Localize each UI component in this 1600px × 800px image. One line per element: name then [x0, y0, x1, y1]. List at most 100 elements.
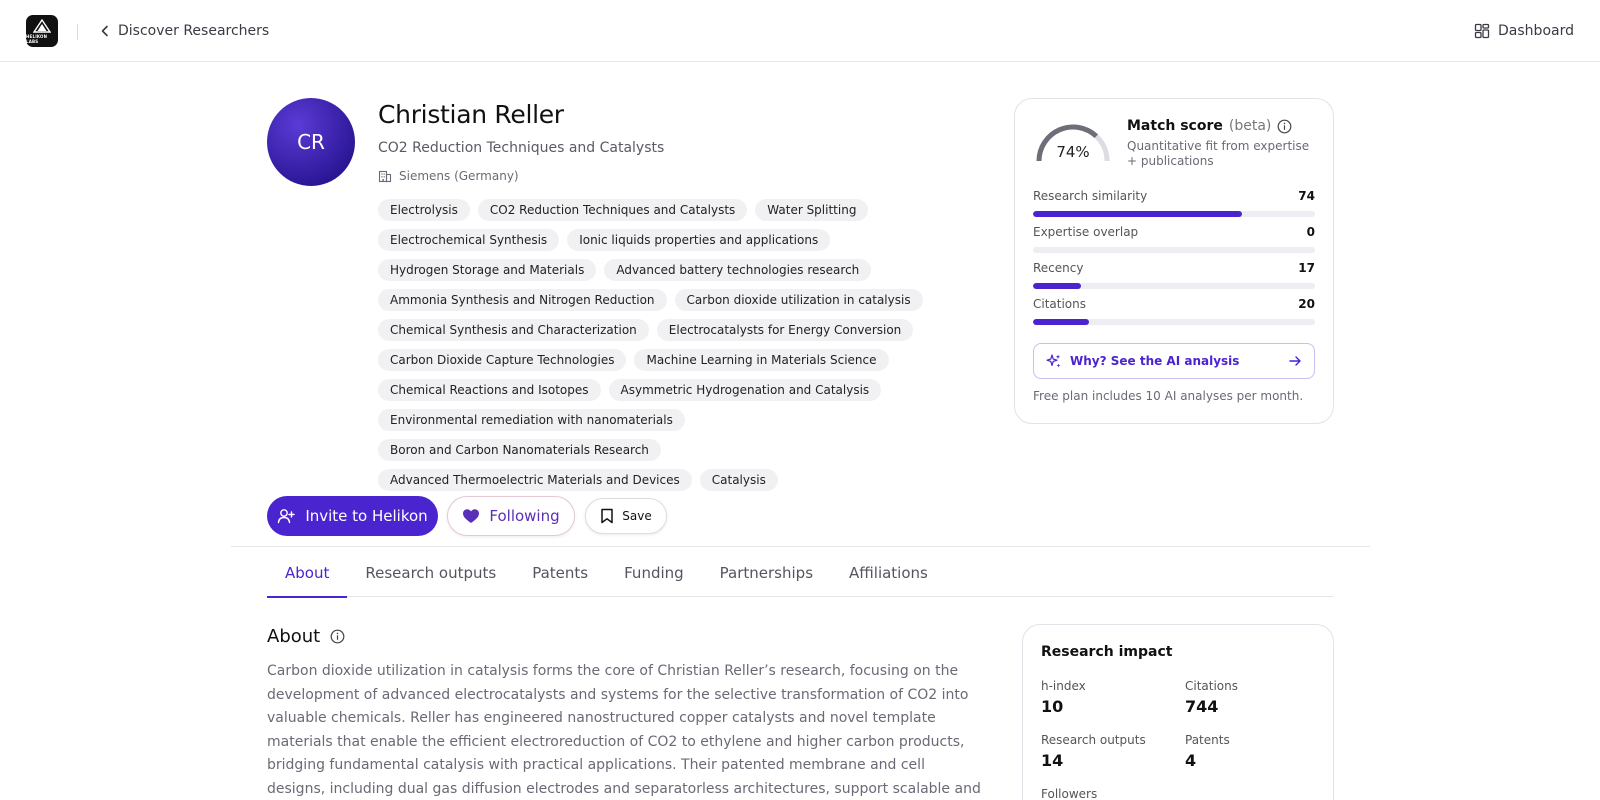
expertise-tag[interactable]: Carbon dioxide utilization in catalysis	[674, 289, 923, 311]
about-heading: About	[267, 626, 345, 647]
metric-bar	[1033, 211, 1315, 217]
match-score-title: Match score (beta)	[1127, 118, 1292, 134]
expertise-tag[interactable]: Electrochemical Synthesis	[378, 229, 560, 251]
stat-value: 4	[1185, 751, 1197, 770]
match-title-text: Match score	[1127, 118, 1223, 134]
user-plus-icon	[278, 509, 296, 524]
expertise-tag[interactable]: Advanced battery technologies research	[604, 259, 872, 281]
researcher-headline: CO2 Reduction Techniques and Catalysts	[378, 140, 665, 156]
researcher-organization: Siemens (Germany)	[378, 169, 519, 183]
stat-label: Citations	[1185, 679, 1239, 693]
stat-label: Patents	[1185, 733, 1230, 747]
tab-patents[interactable]: Patents	[514, 548, 606, 597]
metric-value: 17	[1298, 261, 1315, 275]
top-bar: HELIKON LABS Discover Researchers Dashbo…	[0, 0, 1600, 62]
stat-h-index: h-index 10	[1041, 679, 1086, 716]
expertise-tag[interactable]: Asymmetric Hydrogenation and Catalysis	[608, 379, 882, 401]
expertise-tag[interactable]: Ionic liquids properties and application…	[567, 229, 831, 251]
ai-analysis-label: Why? See the AI analysis	[1070, 354, 1240, 368]
expertise-tag[interactable]: Chemical Reactions and Isotopes	[378, 379, 601, 401]
tab-affiliations[interactable]: Affiliations	[831, 548, 946, 597]
ai-analysis-button[interactable]: Why? See the AI analysis	[1033, 343, 1315, 379]
metric-label: Citations	[1033, 297, 1087, 311]
metric-bar-fill	[1033, 211, 1242, 217]
back-link-label: Discover Researchers	[118, 23, 270, 39]
free-plan-note: Free plan includes 10 AI analyses per mo…	[1033, 389, 1304, 403]
expertise-tag[interactable]: Water Splitting	[755, 199, 869, 221]
metric-bar-fill	[1033, 283, 1081, 289]
metric-citations: Citations 20	[1033, 297, 1315, 325]
expertise-tags: Electrolysis CO2 Reduction Techniques and…	[378, 199, 958, 491]
metric-recency: Recency 17	[1033, 261, 1315, 289]
invite-button[interactable]: Invite to Helikon	[267, 496, 438, 536]
back-to-discover-link[interactable]: Discover Researchers	[100, 18, 269, 44]
dashboard-grid-icon	[1474, 23, 1490, 39]
about-title-text: About	[267, 626, 321, 647]
topbar-divider	[77, 24, 78, 40]
stat-label: h-index	[1041, 679, 1086, 693]
match-score-subtitle: Quantitative fit from expertise + public…	[1127, 139, 1310, 168]
tab-partnerships[interactable]: Partnerships	[702, 548, 831, 597]
expertise-tag[interactable]: Ammonia Synthesis and Nitrogen Reduction	[378, 289, 667, 311]
section-divider	[231, 546, 1370, 547]
info-icon[interactable]	[1277, 119, 1292, 134]
expertise-tag[interactable]: Advanced Thermoelectric Materials and De…	[378, 469, 692, 491]
metric-research-similarity: Research similarity 74	[1033, 189, 1315, 217]
heart-icon	[463, 509, 480, 523]
research-impact-title: Research impact	[1041, 644, 1173, 660]
metric-label: Recency	[1033, 261, 1084, 275]
dashboard-link[interactable]: Dashboard	[1474, 18, 1574, 44]
sparkles-icon	[1046, 354, 1061, 368]
metric-label: Expertise overlap	[1033, 225, 1139, 239]
expertise-tag[interactable]: Chemical Synthesis and Characterization	[378, 319, 649, 341]
expertise-tag[interactable]: Electrolysis	[378, 199, 470, 221]
metric-value: 20	[1298, 297, 1315, 311]
helikon-logo[interactable]: HELIKON LABS	[26, 15, 58, 47]
match-score-card: 74% Match score (beta) Quantitative fit …	[1014, 98, 1334, 424]
stat-followers: Followers	[1041, 787, 1097, 800]
stat-value: 744	[1185, 697, 1219, 716]
building-icon	[378, 170, 392, 183]
metric-value: 0	[1306, 225, 1315, 239]
metric-bar	[1033, 283, 1315, 289]
arrow-right-icon	[1288, 354, 1302, 368]
expertise-tag[interactable]: Carbon Dioxide Capture Technologies	[378, 349, 627, 371]
expertise-tag[interactable]: Hydrogen Storage and Materials	[378, 259, 597, 281]
logo-text: HELIKON LABS	[26, 33, 48, 44]
tab-research-outputs[interactable]: Research outputs	[347, 548, 514, 597]
logo-mark-icon	[33, 18, 51, 33]
stat-label: Research outputs	[1041, 733, 1146, 747]
stat-citations: Citations 744	[1185, 679, 1238, 716]
following-button[interactable]: Following	[447, 496, 575, 536]
metric-bar-fill	[1033, 319, 1090, 325]
metric-expertise-overlap: Expertise overlap 0	[1033, 225, 1315, 253]
stat-label: Followers	[1041, 787, 1098, 800]
expertise-tag[interactable]: Electrocatalysts for Energy Conversion	[656, 319, 914, 341]
stat-patents: Patents 4	[1185, 733, 1230, 770]
save-button-label: Save	[622, 509, 652, 523]
tab-about[interactable]: About	[267, 548, 348, 598]
match-score-value: 74%	[1056, 143, 1090, 161]
tab-funding[interactable]: Funding	[606, 548, 702, 597]
metric-bar	[1033, 247, 1315, 253]
stat-value: 14	[1041, 751, 1064, 770]
expertise-tag[interactable]: Environmental remediation with nanomater…	[378, 409, 685, 431]
stat-research-outputs: Research outputs 14	[1041, 733, 1146, 770]
expertise-tag[interactable]: CO2 Reduction Techniques and Catalysts	[477, 199, 748, 221]
profile-tabs: About Research outputs Patents Funding Partn…	[267, 548, 1334, 598]
save-button[interactable]: Save	[585, 498, 667, 534]
about-info-icon[interactable]	[330, 629, 345, 644]
match-beta-label: (beta)	[1228, 118, 1272, 134]
expertise-tag[interactable]: Boron and Carbon Nanomaterials Research	[378, 439, 661, 461]
avatar: CR	[267, 98, 355, 186]
invite-button-label: Invite to Helikon	[305, 507, 428, 525]
bookmark-icon	[601, 508, 614, 524]
research-impact-card: Research impact h-index 10 Citations 744…	[1022, 624, 1334, 800]
chevron-left-icon	[101, 25, 108, 37]
metric-value: 74	[1298, 189, 1315, 203]
expertise-tag[interactable]: Machine Learning in Materials Science	[634, 349, 889, 371]
expertise-tag[interactable]: Catalysis	[699, 469, 778, 491]
following-button-label: Following	[489, 507, 560, 525]
organization-name: Siemens (Germany)	[399, 169, 519, 183]
metric-bar	[1033, 319, 1315, 325]
